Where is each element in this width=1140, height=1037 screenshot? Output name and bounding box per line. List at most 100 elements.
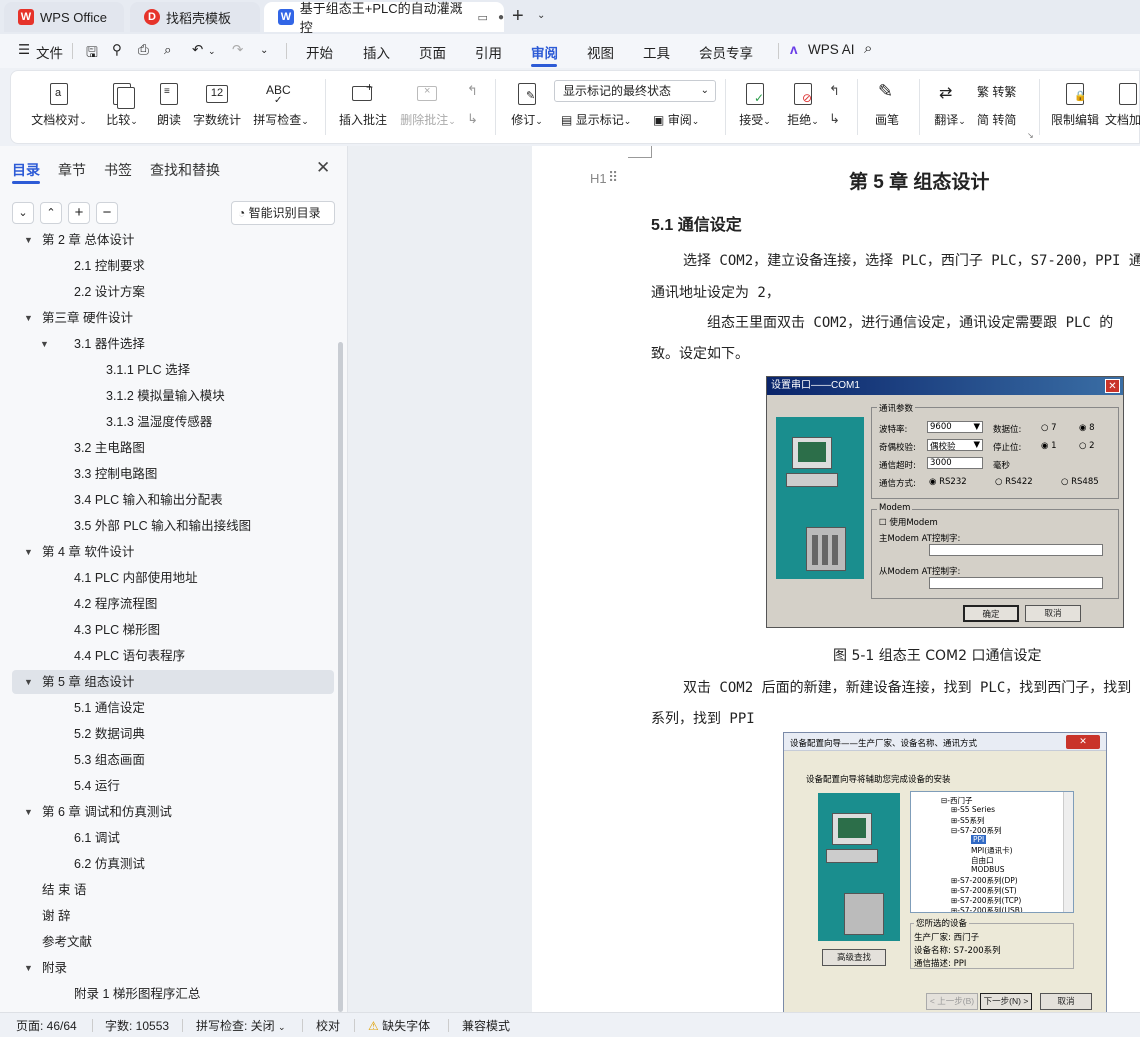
toc-item[interactable]: 6.2 仿真测试 — [12, 852, 340, 876]
expand-toggle-icon[interactable]: ▼ — [24, 956, 33, 980]
markup-state-select[interactable]: 显示标记的最终状态 ⌄ — [554, 80, 716, 102]
to-traditional-button[interactable]: 繁 转繁 — [977, 83, 1016, 100]
doc-more-button[interactable]: 文档加 — [1105, 81, 1140, 128]
toc-item[interactable]: 3.3 控制电路图 — [12, 462, 340, 486]
toc-item[interactable]: 3.1.3 温湿度传感器 — [12, 410, 340, 434]
toc-item[interactable]: 5.4 运行 — [12, 774, 340, 798]
next-change-icon[interactable]: ↳ — [829, 111, 840, 127]
accept-button[interactable]: ✓ 接受⌄ — [731, 81, 779, 128]
doc-proof-button[interactable]: a 文档校对⌄ — [21, 81, 97, 128]
tab-current-document[interactable]: W 基于组态王+PLC的自动灌溉控 ▭ ● — [264, 1, 504, 35]
toc-item[interactable]: ▼ 第三章 硬件设计 — [12, 306, 340, 330]
toc-scrollbar[interactable] — [338, 342, 343, 1012]
reject-button[interactable]: ⊘ 拒绝⌄ — [779, 81, 827, 128]
menu-insert[interactable]: 插入 — [363, 42, 390, 62]
menu-view[interactable]: 视图 — [587, 42, 614, 62]
add-heading-button[interactable]: + — [68, 202, 90, 224]
expand-toggle-icon[interactable]: ▼ — [40, 332, 49, 356]
nav-tab-bookmarks[interactable]: 书签 — [104, 160, 132, 180]
quick-access-chevron-icon[interactable]: ⌄ — [260, 45, 268, 56]
toc-item[interactable]: 谢 辞 — [12, 904, 340, 928]
drag-handle-icon[interactable]: ⠿ — [608, 169, 618, 186]
toc-item[interactable]: 3.4 PLC 输入和输出分配表 — [12, 488, 340, 512]
delete-comment-button[interactable]: × 删除批注⌄ — [395, 81, 461, 128]
toc-item[interactable]: 4.3 PLC 梯形图 — [12, 618, 340, 642]
status-word-count[interactable]: 字数: 10553 — [105, 1017, 169, 1034]
nav-tab-chapters[interactable]: 章节 — [58, 160, 86, 180]
print-icon[interactable]: ⎙ — [138, 42, 149, 58]
previous-comment-icon[interactable]: ↰ — [467, 83, 478, 99]
menu-review[interactable]: 审阅 — [531, 42, 558, 62]
nav-tab-find-replace[interactable]: 查找和替换 — [150, 160, 220, 180]
menu-layout[interactable]: 页面 — [419, 42, 446, 62]
expand-toggle-icon[interactable]: ▼ — [24, 232, 33, 252]
toc-item[interactable]: 2.2 设计方案 — [12, 280, 340, 304]
menu-membership[interactable]: 会员专享 — [699, 42, 753, 62]
nav-tab-toc[interactable]: 目录 — [12, 160, 40, 180]
menu-tools[interactable]: 工具 — [643, 42, 670, 62]
to-simplified-button[interactable]: 简 转简 — [977, 111, 1016, 128]
expand-toggle-icon[interactable]: ▼ — [24, 540, 33, 564]
status-page[interactable]: 页面: 46/64 — [16, 1017, 77, 1034]
expand-toggle-icon[interactable]: ▼ — [24, 800, 33, 824]
expand-toggle-icon[interactable]: ▼ — [24, 670, 33, 694]
compare-button[interactable]: 比较⌄ — [97, 81, 147, 128]
expand-up-button[interactable]: ⌃ — [40, 202, 62, 224]
word-count-button[interactable]: 12 字数统计 — [191, 81, 243, 128]
toc-item[interactable]: ▼ 第 2 章 总体设计 — [12, 232, 340, 252]
toc-item[interactable]: 附录 1 梯形图程序汇总 — [12, 982, 340, 1006]
toc-item[interactable]: 5.1 通信设定 — [12, 696, 340, 720]
save-icon[interactable]: 🖫 — [86, 42, 98, 66]
status-proof[interactable]: 校对 — [316, 1017, 340, 1034]
status-spell-check[interactable]: 拼写检查: 关闭 ⌄ — [196, 1017, 286, 1034]
menu-wps-ai[interactable]: WPS AI — [808, 42, 855, 57]
toc-item[interactable]: 4.4 PLC 语句表程序 — [12, 644, 340, 668]
smart-toc-button[interactable]: ◔ 智能识别目录 — [231, 201, 335, 225]
review-pane-button[interactable]: ▣ 审阅⌄ — [653, 111, 699, 128]
toc-item[interactable]: ▼ 第 5 章 组态设计 — [12, 670, 334, 694]
menu-file[interactable]: 文件 — [36, 42, 63, 62]
toc-item[interactable]: ▼ 第 6 章 调试和仿真测试 — [12, 800, 340, 824]
close-icon[interactable]: ✕ — [316, 158, 330, 178]
toc-item[interactable]: 3.1.2 模拟量输入模块 — [12, 384, 340, 408]
toc-item[interactable]: 5.3 组态画面 — [12, 748, 340, 772]
spell-check-button[interactable]: ABC ✓ 拼写检查⌄ — [247, 81, 315, 128]
new-tab-icon[interactable]: + — [512, 5, 524, 28]
print-preview-icon[interactable]: ⌕ — [164, 42, 172, 58]
tab-docer-templates[interactable]: D 找稻壳模板 — [130, 2, 260, 32]
menu-references[interactable]: 引用 — [475, 42, 502, 62]
previous-change-icon[interactable]: ↰ — [829, 83, 840, 99]
share-icon[interactable]: ⚲ — [112, 42, 122, 58]
toc-item[interactable]: 4.1 PLC 内部使用地址 — [12, 566, 340, 590]
search-icon[interactable]: ⌕ — [864, 40, 872, 57]
toc-item[interactable]: 6.1 调试 — [12, 826, 340, 850]
translate-button[interactable]: ⇄ 翻译⌄ — [925, 81, 975, 128]
toc-item[interactable]: 4.2 程序流程图 — [12, 592, 340, 616]
toc-item[interactable]: 参考文献 — [12, 930, 340, 954]
read-aloud-button[interactable]: ≡ 朗读 — [147, 81, 191, 128]
pen-button[interactable]: ✎ 画笔 — [865, 81, 909, 128]
toc-item[interactable]: 3.5 外部 PLC 输入和输出接线图 — [12, 514, 340, 538]
toc-item[interactable]: 3.2 主电路图 — [12, 436, 340, 460]
track-changes-button[interactable]: ✎ 修订⌄ — [503, 81, 551, 128]
redo-icon[interactable]: ↷ — [232, 42, 243, 58]
undo-menu-icon[interactable]: ⌄ — [208, 46, 216, 57]
insert-comment-button[interactable]: + 插入批注 — [333, 80, 393, 128]
next-comment-icon[interactable]: ↳ — [467, 111, 478, 127]
tab-wps-office[interactable]: W WPS Office — [4, 2, 124, 32]
restrict-editing-button[interactable]: 🔒 限制编辑 — [1045, 81, 1105, 128]
menu-home[interactable]: 开始 — [306, 42, 333, 62]
hamburger-icon[interactable]: ☰ — [18, 42, 30, 58]
show-markup-button[interactable]: ▤ 显示标记⌄ — [561, 111, 631, 128]
undo-icon[interactable]: ↶ — [192, 42, 203, 58]
toc-item[interactable]: 2.1 控制要求 — [12, 254, 340, 278]
status-missing-font[interactable]: ⚠ 缺失字体 — [368, 1017, 430, 1034]
toc-item[interactable]: ▼ 3.1 器件选择 — [12, 332, 340, 356]
toc-item[interactable]: 5.2 数据词典 — [12, 722, 340, 746]
collapse-all-button[interactable]: ⌄ — [12, 202, 34, 224]
toc-item[interactable]: 3.1.1 PLC 选择 — [12, 358, 340, 382]
toc-item[interactable]: ▼ 附录 — [12, 956, 340, 980]
remove-heading-button[interactable]: − — [96, 202, 118, 224]
group-expand-icon[interactable]: ↘ — [1027, 131, 1034, 140]
toc-item[interactable]: 结 束 语 — [12, 878, 340, 902]
